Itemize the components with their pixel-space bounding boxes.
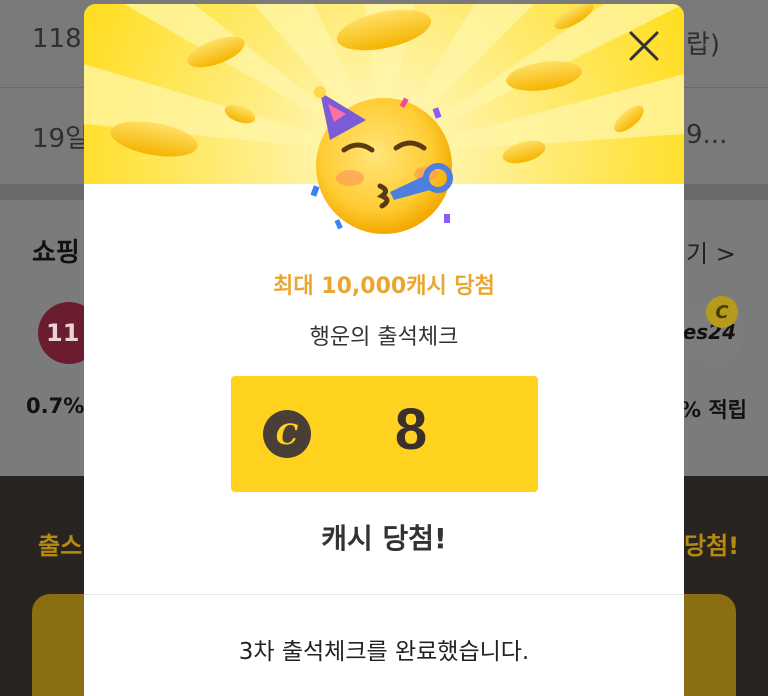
- close-icon: [629, 31, 659, 61]
- completion-message: 3차 출석체크를 완료했습니다.: [238, 639, 530, 665]
- coin-badge-icon: C: [706, 296, 738, 328]
- attendance-reward-modal: 최대 10,000캐시 당첨 행운의 출석체크 C 8 캐시 당첨! 3차 출석…: [84, 4, 684, 696]
- max-cash-label: 최대 10,000캐시 당첨: [273, 274, 495, 299]
- result-message: 캐시 당첨!: [321, 522, 447, 555]
- attendance-title: 출스: [38, 532, 83, 560]
- cash-coin-icon: C: [263, 410, 311, 458]
- list-row-text: 9...: [686, 120, 728, 150]
- attendance-title: 당첨!: [684, 532, 740, 560]
- list-row-text: 118: [32, 24, 82, 54]
- shop-rate: % 적립: [680, 398, 747, 422]
- modal-subtitle: 행운의 출석체크: [309, 325, 459, 350]
- shopping-title: 쇼핑: [32, 238, 80, 268]
- list-row-text: 랍): [686, 30, 721, 60]
- divider: [84, 594, 684, 595]
- shop-rate: 0.7%: [26, 394, 85, 418]
- list-row-text: 19일: [32, 124, 90, 154]
- close-button[interactable]: [624, 26, 664, 66]
- shopping-more-link[interactable]: 기 >: [686, 234, 736, 269]
- cash-reward-box: C 8: [231, 376, 538, 492]
- attendance-card: [684, 594, 736, 696]
- party-face-emoji-icon: [306, 74, 462, 244]
- attendance-card: [32, 594, 92, 696]
- cash-amount: 8: [394, 397, 428, 462]
